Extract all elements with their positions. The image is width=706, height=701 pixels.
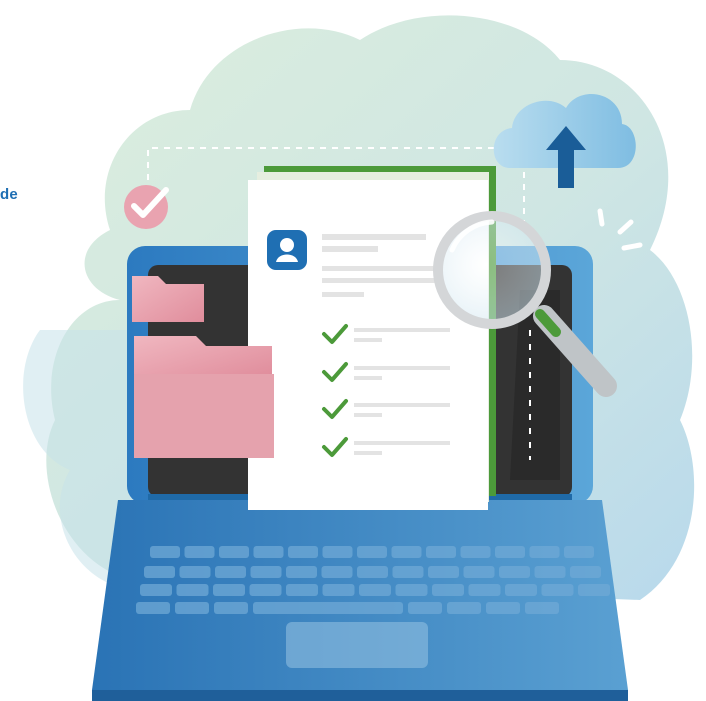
keyboard-key	[249, 584, 282, 596]
keyboard-key	[395, 584, 428, 596]
checklist-line-short	[354, 451, 382, 455]
keyboard-key	[322, 584, 355, 596]
keyboard-key	[250, 566, 282, 578]
keyboard-key	[253, 602, 403, 614]
keyboard-key	[253, 546, 284, 558]
user-avatar-icon	[267, 230, 307, 270]
checklist-line-short	[354, 376, 382, 380]
keyboard-key	[215, 566, 246, 578]
keyboard-key	[286, 566, 317, 578]
keyboard-key	[176, 584, 209, 596]
check-badge-icon	[124, 185, 169, 229]
keyboard-key	[150, 546, 180, 558]
keyboard-key	[529, 546, 560, 558]
keyboard-key	[179, 566, 211, 578]
keyboard-key	[541, 584, 574, 596]
keyboard-key	[391, 546, 422, 558]
keyboard-key	[359, 584, 391, 596]
keyboard-key	[578, 584, 610, 596]
keyboard-key	[534, 566, 566, 578]
keyboard-key	[460, 546, 491, 558]
keyboard-key	[357, 566, 388, 578]
keyboard-key	[426, 546, 456, 558]
keyboard-key	[564, 546, 594, 558]
checklist-line-short	[354, 338, 382, 342]
keyboard-key	[505, 584, 537, 596]
keyboard-key	[219, 546, 249, 558]
keyboard-key	[321, 566, 353, 578]
keyboard-key	[447, 602, 481, 614]
keyboard-key	[428, 566, 459, 578]
keyboard-key	[499, 566, 530, 578]
laptop-keyboard-icon	[92, 500, 628, 701]
keyboard-key	[322, 546, 353, 558]
keyboard-key	[408, 602, 442, 614]
keyboard-key	[140, 584, 172, 596]
keyboard-key	[184, 546, 215, 558]
keyboard-key	[288, 546, 318, 558]
keyboard-key	[495, 546, 525, 558]
keyboard-key	[136, 602, 170, 614]
keyboard-key	[392, 566, 424, 578]
trackpad	[286, 622, 428, 668]
checklist-line	[354, 328, 450, 332]
checklist-line	[354, 441, 450, 445]
checklist-line-short	[354, 413, 382, 417]
keyboard-key	[175, 602, 209, 614]
keyboard-key	[357, 546, 387, 558]
folder-icon	[134, 336, 274, 458]
checklist-line	[354, 403, 450, 407]
keyboard-key	[213, 584, 245, 596]
illustration-canvas: de	[0, 0, 706, 701]
laptop-document-illustration	[23, 15, 695, 701]
keyboard-key	[525, 602, 559, 614]
keyboard-key	[432, 584, 464, 596]
keyboard-key	[570, 566, 601, 578]
keyboard-key	[468, 584, 501, 596]
keyboard-key	[144, 566, 175, 578]
keyboard-key	[214, 602, 248, 614]
keyboard-key	[286, 584, 318, 596]
keyboard-key	[486, 602, 520, 614]
keyboard-key	[463, 566, 495, 578]
checklist-line	[354, 366, 450, 370]
